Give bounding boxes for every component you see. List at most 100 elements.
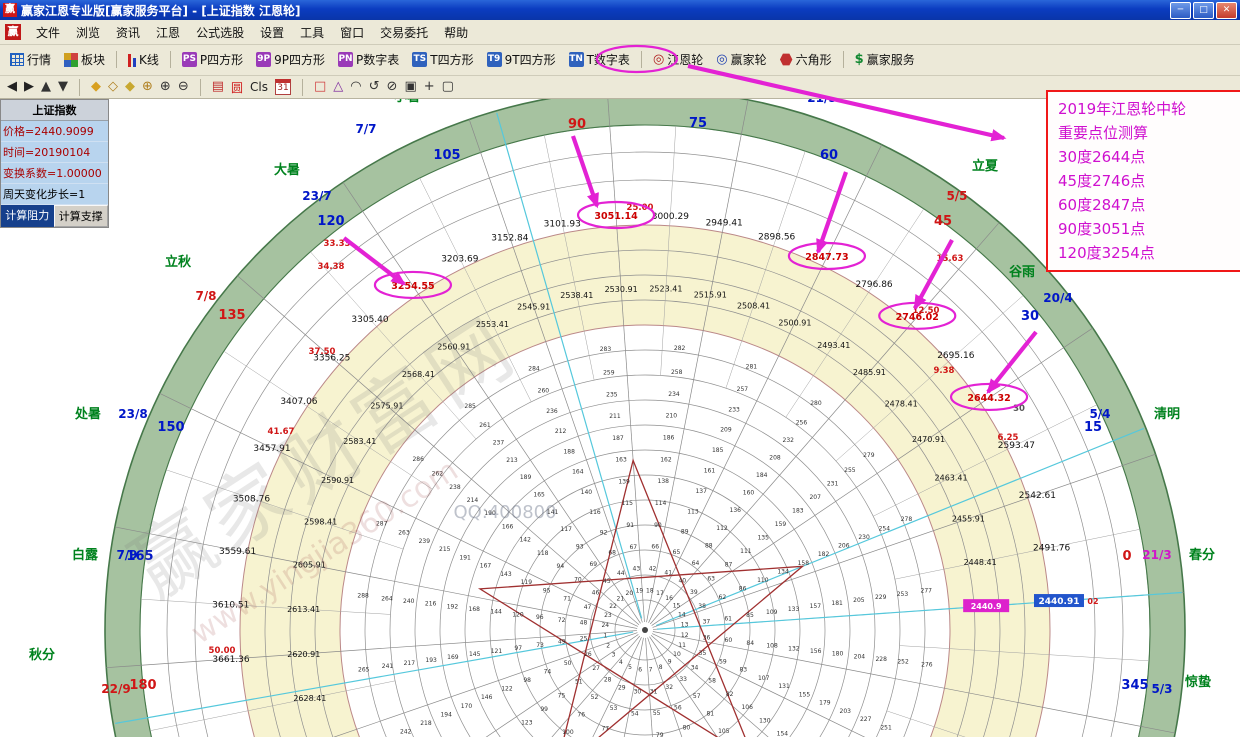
ruler-icon[interactable]: ▤ (212, 78, 224, 96)
toolbar-button-kline[interactable]: K线 (122, 48, 165, 71)
menu-item-0[interactable]: 文件 (28, 21, 68, 44)
info-row-1: 时间=20190104 (1, 142, 108, 163)
toolbar-button-p-square[interactable]: PSP四方形 (176, 48, 249, 71)
toolbar-button-label: T数字表 (587, 51, 630, 68)
hexagon-icon (780, 53, 793, 66)
menu-item-8[interactable]: 交易委托 (372, 21, 436, 44)
clear-button[interactable]: Cls (250, 80, 268, 94)
toolbar-separator (170, 51, 171, 68)
zoom-in-icon[interactable]: ⊕ (160, 78, 171, 96)
main-toolbar: 行情板块K线PSP四方形9P9P四方形PNP数字表TST四方形T99T四方形TN… (0, 44, 1240, 76)
dollar-icon: $ (855, 52, 864, 67)
menu-item-3[interactable]: 江恩 (148, 21, 188, 44)
winner-wheel-icon: ◎ (716, 52, 727, 67)
calendar-icon[interactable]: 31 (275, 79, 291, 95)
p-table-icon: PN (338, 52, 353, 67)
toolbar-separator (843, 51, 844, 68)
toolbar-button-quotes[interactable]: 行情 (4, 48, 57, 71)
pointer-icon[interactable]: ▲ (41, 78, 51, 96)
toolbar-button-sectors[interactable]: 板块 (58, 48, 111, 71)
toolbar-button-label: 9T四方形 (505, 51, 556, 68)
toolbar-button-9t-square[interactable]: T99T四方形 (481, 48, 562, 71)
info-row-2: 变换系数=1.00000 (1, 163, 108, 184)
annotation-line-0: 2019年江恩轮中轮 (1058, 97, 1240, 121)
toolbar-separator (79, 79, 80, 96)
toolbar-button-t-square[interactable]: TST四方形 (406, 48, 479, 71)
info-row-3: 周天变化步长=1 (1, 184, 108, 205)
menu-item-6[interactable]: 工具 (292, 21, 332, 44)
toolbar-separator (302, 79, 303, 96)
annotation-line-1: 重要点位测算 (1058, 121, 1240, 145)
close-button[interactable]: ✕ (1216, 2, 1237, 19)
toolbar-button-label: 板块 (81, 51, 105, 68)
candle-red (128, 54, 131, 67)
app-logo-icon: 赢 (3, 3, 17, 17)
menu-bar: 赢 文件浏览资讯江恩公式选股设置工具窗口交易委托帮助 (0, 20, 1240, 45)
toolbar-button-label: 江恩轮 (667, 51, 703, 68)
candlestick-icon (128, 53, 136, 67)
rotate-tool-icon[interactable]: ↺ (369, 78, 380, 96)
toolbar-button-label: 赢家轮 (731, 51, 767, 68)
crosshair-tool-icon[interactable]: + (424, 78, 435, 96)
toolbar-button-label: 9P四方形 (274, 51, 325, 68)
toolbar-button-label: P数字表 (356, 51, 399, 68)
rect-tool-icon[interactable]: □ (314, 78, 326, 96)
toolbar-button-hexagon[interactable]: 六角形 (774, 48, 838, 71)
diamond-gold-icon[interactable]: ◆ (91, 78, 101, 96)
instrument-name: 上证指数 (1, 100, 108, 121)
menu-item-7[interactable]: 窗口 (332, 21, 372, 44)
t-square-icon: TS (412, 52, 427, 67)
annotation-line-2: 30度2644点 (1058, 145, 1240, 169)
toolbar-separator (200, 79, 201, 96)
toolbar-button-winner-service[interactable]: $赢家服务 (849, 48, 921, 71)
t-table-icon: TN (569, 52, 584, 67)
toolbar-button-label: 六角形 (796, 51, 832, 68)
arc-tool-icon[interactable]: ◠ (350, 78, 361, 96)
menu-item-9[interactable]: 帮助 (436, 21, 476, 44)
app-menu-logo-icon: 赢 (5, 24, 21, 40)
calc-resistance-button[interactable]: 计算阻力 (1, 205, 54, 227)
window-title: 赢家江恩专业版[赢家服务平台] - [上证指数 江恩轮] (21, 2, 1170, 19)
info-rows: 价格=2440.9099时间=20190104变换系数=1.00000周天变化步… (1, 121, 108, 205)
diamond-small-icon[interactable]: ◆ (125, 78, 135, 96)
toolbar-button-label: 行情 (27, 51, 51, 68)
toolbar-button-gann-wheel[interactable]: ◎江恩轮 (647, 48, 709, 71)
toolbar-button-9p-square[interactable]: 9P9P四方形 (250, 48, 331, 71)
circle-tool-button[interactable]: 圆 (231, 79, 243, 96)
menu-item-2[interactable]: 资讯 (108, 21, 148, 44)
toolbar-button-p-table[interactable]: PNP数字表 (332, 48, 405, 71)
fill-rect-tool-icon[interactable]: ▣ (404, 78, 416, 96)
filter-icon[interactable]: ▼ (58, 78, 68, 96)
annotation-line-5: 90度3051点 (1058, 217, 1240, 241)
forward-icon[interactable]: ▶ (24, 78, 34, 96)
toolbar-button-winner-wheel[interactable]: ◎ 赢家轮 (710, 48, 772, 71)
toolbar-button-t-table[interactable]: TNT数字表 (563, 48, 636, 71)
zoom-out-icon[interactable]: ⊖ (178, 78, 189, 96)
menu-item-5[interactable]: 设置 (252, 21, 292, 44)
circle-plus-icon[interactable]: ⊕ (142, 78, 153, 96)
p-square-icon: PS (182, 52, 197, 67)
select-tool-icon[interactable]: ▢ (442, 78, 454, 96)
annotation-line-6: 120度3254点 (1058, 241, 1240, 265)
menu-item-4[interactable]: 公式选股 (188, 21, 252, 44)
back-icon[interactable]: ◀ (7, 78, 17, 96)
calc-support-button[interactable]: 计算支撑 (54, 205, 109, 227)
toolbar-button-label: T四方形 (430, 51, 473, 68)
annotation-line-4: 60度2847点 (1058, 193, 1240, 217)
menu-item-1[interactable]: 浏览 (68, 21, 108, 44)
diamond-outline-icon[interactable]: ◇ (108, 78, 118, 96)
minimize-button[interactable]: ─ (1170, 2, 1191, 19)
9t-square-icon: T9 (487, 52, 502, 67)
quote-grid-icon (10, 53, 24, 66)
candle-blue (133, 58, 136, 67)
window-controls: ─ □ ✕ (1170, 2, 1237, 19)
toolbar-separator (641, 51, 642, 68)
sector-blocks-icon (64, 53, 78, 67)
maximize-button[interactable]: □ (1193, 2, 1214, 19)
toolbar-button-label: 赢家服务 (867, 51, 915, 68)
info-row-0: 价格=2440.9099 (1, 121, 108, 142)
gann-wheel-icon: ◎ (653, 52, 664, 67)
no-overlay-tool-icon[interactable]: ⊘ (387, 78, 398, 96)
triangle-tool-icon[interactable]: △ (333, 78, 343, 96)
toolbar-button-label: P四方形 (200, 51, 243, 68)
